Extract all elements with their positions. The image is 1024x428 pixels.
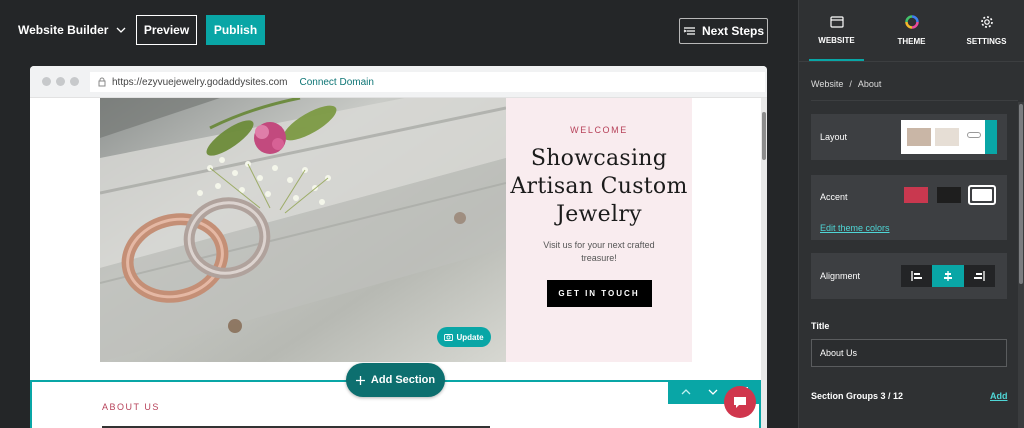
next-steps-label: Next Steps [701, 24, 765, 38]
color-wheel-icon [904, 15, 919, 29]
section-groups-label: Section Groups 3 / 12 [811, 391, 904, 401]
chevron-down-icon [117, 27, 126, 33]
accent-label: Accent [820, 192, 848, 202]
title-input[interactable] [811, 339, 1007, 367]
site-url: https://ezyvuejewelry.godaddysites.com [112, 76, 288, 88]
publish-button[interactable]: Publish [206, 15, 265, 45]
alignment-card: Alignment [811, 253, 1007, 299]
camera-icon [444, 334, 454, 341]
hero-headline[interactable]: Showcasing Artisan Custom Jewelry [506, 145, 692, 229]
next-steps-button[interactable]: Next Steps [679, 18, 768, 44]
chat-button[interactable] [724, 386, 756, 418]
accent-swatch-red[interactable] [904, 187, 928, 203]
preview-button[interactable]: Preview [136, 15, 197, 45]
accent-swatch-black[interactable] [937, 187, 961, 203]
preview-scroll-thumb[interactable] [762, 112, 766, 160]
hero-image[interactable] [100, 98, 506, 362]
add-section-button[interactable]: Add Section [346, 363, 445, 397]
url-bar: https://ezyvuejewelry.godaddysites.com C… [90, 72, 765, 92]
plus-icon [355, 375, 365, 385]
lock-icon [98, 77, 106, 87]
breadcrumb-separator: / [849, 79, 852, 89]
tab-theme-label: THEME [897, 37, 926, 46]
app-name: Website Builder [18, 23, 109, 37]
breadcrumb: Website / About [811, 79, 881, 89]
app-menu[interactable]: Website Builder [18, 23, 126, 37]
accent-swatch-white-selected[interactable] [968, 185, 996, 205]
chevron-up-icon[interactable] [681, 389, 691, 395]
window-dot [56, 77, 65, 86]
tab-settings[interactable]: SETTINGS [949, 0, 1024, 61]
gear-icon [980, 16, 993, 28]
list-icon [683, 27, 695, 35]
about-heading[interactable]: ABOUT US [102, 402, 160, 412]
wedding-rings-photo [100, 98, 506, 362]
align-center-icon[interactable] [932, 265, 964, 287]
window-dot [70, 77, 79, 86]
tab-theme[interactable]: THEME [874, 0, 949, 61]
add-section-group-link[interactable]: Add [990, 391, 1008, 401]
alignment-label: Alignment [820, 271, 861, 281]
accent-card: Accent Edit theme colors [811, 175, 1007, 240]
tab-website[interactable]: WEBSITE [799, 0, 874, 61]
update-image-button[interactable]: Update [437, 327, 491, 347]
breadcrumb-root[interactable]: Website [811, 79, 843, 89]
chat-bubble-icon [734, 396, 746, 408]
hero-text-panel: WELCOME Showcasing Artisan Custom Jewelr… [506, 98, 692, 362]
window-dot [42, 77, 51, 86]
browser-chrome: https://ezyvuejewelry.godaddysites.com C… [30, 66, 767, 98]
hero-eyebrow: WELCOME [570, 125, 628, 135]
align-right-icon[interactable] [964, 265, 995, 287]
settings-sidebar: WEBSITE THEME SETTINGS Website / About Lay… [798, 0, 1024, 428]
tab-website-label: WEBSITE [818, 36, 855, 45]
hero-subline[interactable]: Visit us for your next crafted treasure! [534, 239, 664, 265]
sidebar-tabs: WEBSITE THEME SETTINGS [799, 0, 1024, 62]
divider [811, 100, 1018, 101]
tab-settings-label: SETTINGS [966, 37, 1007, 46]
edit-theme-colors-link[interactable]: Edit theme colors [820, 223, 890, 233]
update-label: Update [456, 332, 484, 342]
top-bar: Website Builder Preview Publish Next Ste… [0, 0, 798, 62]
window-icon [829, 16, 844, 28]
connect-domain-link[interactable]: Connect Domain [299, 77, 373, 88]
layout-thumbnail[interactable] [901, 120, 997, 154]
layout-label: Layout [820, 132, 848, 142]
sidebar-scroll-thumb[interactable] [1019, 104, 1023, 284]
layout-card[interactable]: Layout [811, 114, 1007, 160]
add-section-label: Add Section [370, 374, 436, 386]
breadcrumb-current: About [857, 79, 882, 89]
chevron-down-icon[interactable] [708, 389, 718, 395]
align-left-icon[interactable] [901, 265, 932, 287]
get-in-touch-button[interactable]: GET IN TOUCH [546, 280, 652, 307]
title-label: Title [811, 321, 830, 331]
alignment-control [901, 265, 995, 287]
